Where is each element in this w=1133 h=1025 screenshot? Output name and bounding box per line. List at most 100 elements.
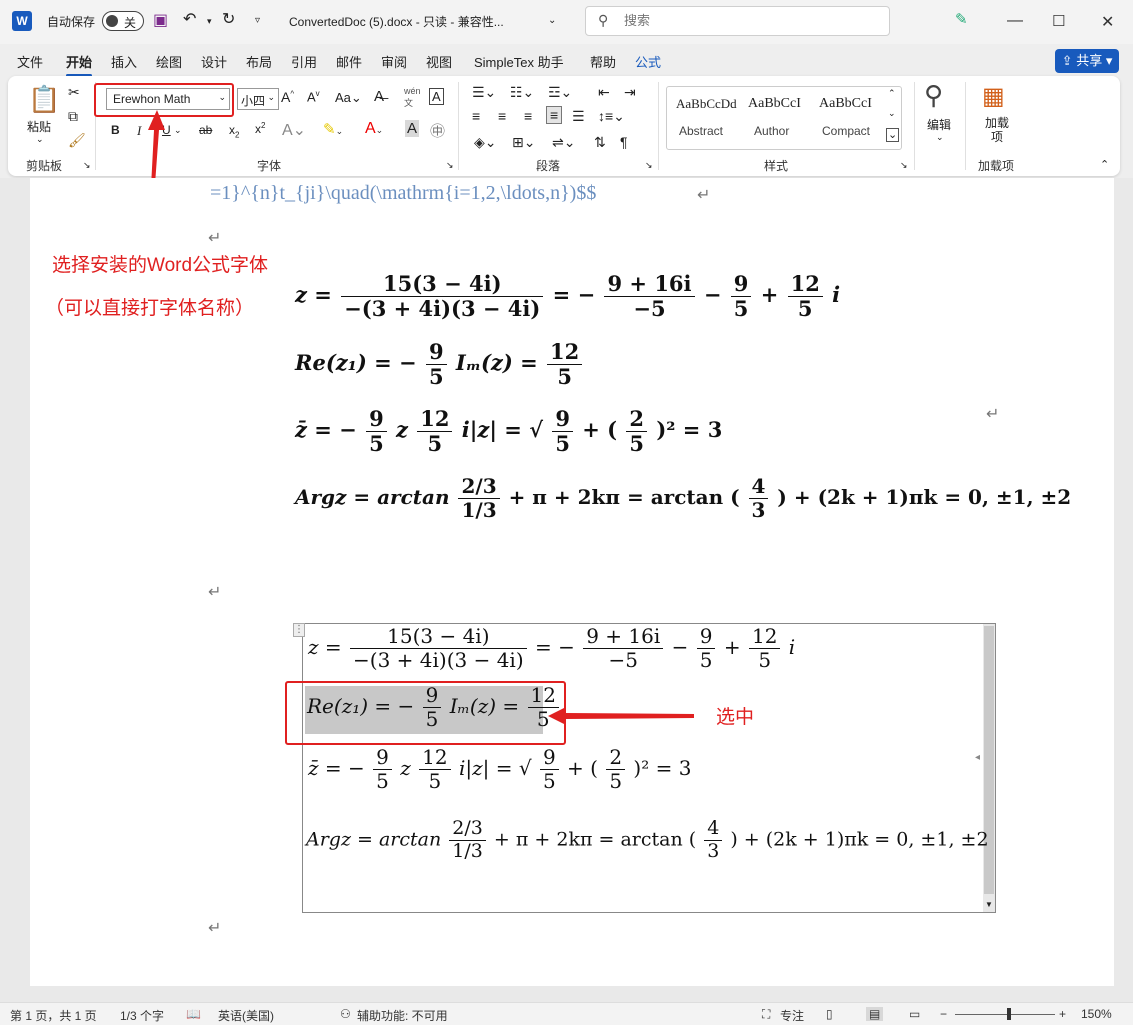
read-mode-icon[interactable]: ▯ xyxy=(826,1007,833,1021)
style-author-name[interactable]: Author xyxy=(754,124,789,138)
tab-references[interactable]: 引用 xyxy=(291,52,317,71)
tab-view[interactable]: 视图 xyxy=(426,52,452,71)
collapse-ribbon-icon[interactable]: ⌃ xyxy=(1100,158,1109,171)
text-effects-icon[interactable]: A⌄ xyxy=(282,120,306,140)
style-abstract-name[interactable]: Abstract xyxy=(679,124,723,138)
latex-source-line[interactable]: =1}^{n}t_{ji}\quad(\mathrm{i=1,2,\ldots,… xyxy=(210,182,596,205)
borders-icon[interactable]: ⊞⌄ xyxy=(512,134,535,151)
word-count[interactable]: 1/3 个字 xyxy=(120,1007,164,1024)
styles-launcher-icon[interactable]: ↘ xyxy=(900,160,908,171)
tab-review[interactable]: 审阅 xyxy=(381,52,407,71)
highlight-color-icon[interactable]: ✎⌄ xyxy=(323,120,343,138)
format-painter-icon[interactable]: 🖌 xyxy=(68,132,86,149)
tab-design[interactable]: 设计 xyxy=(201,52,227,71)
equation-z-plain[interactable]: z = 15(3 − 4i) −(3 + 4i)(3 − 4i) = − 9 + … xyxy=(308,625,795,672)
equation-scrollbar[interactable]: ▼ xyxy=(983,624,995,912)
minimize-icon[interactable]: — xyxy=(1007,12,1023,30)
align-right-icon[interactable]: ≡ xyxy=(524,108,532,124)
equation-z[interactable]: z = 15(3 − 4i) −(3 + 4i)(3 − 4i) = − 9 + … xyxy=(295,271,840,321)
editing-dropdown-icon[interactable]: ⌄ xyxy=(936,132,944,143)
font-size-box[interactable]: 小四 ⌄ xyxy=(237,88,279,110)
editing-label[interactable]: 编辑 xyxy=(927,116,951,133)
search-box[interactable]: ⚲ xyxy=(585,6,890,36)
sort-icon[interactable]: ⇅ xyxy=(594,134,606,151)
equation-zbar[interactable]: z̄ = − 95 z 12 5 i|z| = √ 95 + ( 25 )² = … xyxy=(295,406,722,456)
paste-label[interactable]: 粘贴 xyxy=(27,118,51,135)
bullets-icon[interactable]: ☰⌄ xyxy=(472,84,496,101)
scroll-down-icon[interactable]: ▼ xyxy=(985,900,993,909)
redo-icon[interactable]: ↻ xyxy=(222,9,235,29)
focus-icon[interactable]: ⛶ xyxy=(762,1007,770,1022)
font-color-icon[interactable]: A⌄ xyxy=(365,120,383,138)
clear-formatting-icon[interactable]: A̶ xyxy=(374,88,384,105)
accessibility-icon[interactable]: ⚇ xyxy=(340,1007,351,1021)
tab-formula[interactable]: 公式 xyxy=(635,52,661,71)
save-icon[interactable]: ▣ xyxy=(153,10,168,30)
justify-icon[interactable]: ≡ xyxy=(546,106,563,124)
tab-file[interactable]: 文件 xyxy=(17,52,43,71)
tab-home[interactable]: 开始 xyxy=(66,52,93,77)
paragraph-launcher-icon[interactable]: ↘ xyxy=(645,160,653,171)
copilot-icon[interactable]: ✎ xyxy=(955,10,968,28)
bold-button[interactable]: B xyxy=(111,123,120,137)
tab-draw[interactable]: 绘图 xyxy=(156,52,182,71)
character-shading-icon[interactable]: A xyxy=(405,120,420,137)
editing-search-icon[interactable]: ⚲ xyxy=(924,80,943,111)
equation-arg-plain[interactable]: Argz = arctan 2/3 1/3 + π + 2kπ = arctan … xyxy=(306,817,989,863)
autosave-toggle[interactable]: 关 xyxy=(102,11,144,31)
chinese-layout-icon[interactable]: ⇌⌄ xyxy=(552,134,575,151)
paste-icon[interactable]: 📋 xyxy=(28,84,60,115)
font-size-dropdown-icon[interactable]: ⌄ xyxy=(267,92,275,103)
distributed-icon[interactable]: ☰ xyxy=(572,108,585,125)
title-dropdown-icon[interactable]: ⌄ xyxy=(548,15,556,26)
character-border-icon[interactable]: A xyxy=(429,88,444,105)
line-spacing-icon[interactable]: ↕≡⌄ xyxy=(598,108,625,125)
style-compact-preview[interactable]: AaBbCcI xyxy=(819,96,872,112)
underline-dropdown-icon[interactable]: ⌄ xyxy=(174,125,182,136)
tab-simpletex[interactable]: SimpleTex 助手 xyxy=(474,52,564,71)
strikethrough-button[interactable]: ab xyxy=(199,123,212,137)
equation-zbar-plain[interactable]: z̄ = − 95 z 12 5 i|z| = √ 95 + ( 25 )² = … xyxy=(308,746,691,793)
enclose-characters-icon[interactable]: ㊥ xyxy=(430,120,445,141)
subscript-icon[interactable]: x2 xyxy=(229,123,239,139)
search-input[interactable] xyxy=(624,13,874,28)
align-left-icon[interactable]: ≡ xyxy=(472,108,480,124)
zoom-in-icon[interactable]: + xyxy=(1059,1007,1066,1021)
zoom-slider[interactable] xyxy=(955,1014,1055,1015)
shading-icon[interactable]: ◈⌄ xyxy=(474,134,497,151)
equation-arg[interactable]: Argz = arctan 2/3 1/3 + π + 2kπ = arctan … xyxy=(295,475,1071,522)
style-compact-name[interactable]: Compact xyxy=(822,124,870,138)
undo-dropdown-icon[interactable]: ▾ xyxy=(207,16,212,27)
proofing-icon[interactable]: 📖 xyxy=(186,1007,201,1021)
styles-more-icon[interactable]: ⌄ xyxy=(886,128,900,142)
addins-button-label[interactable]: 加载项 xyxy=(985,116,1009,144)
zoom-out-icon[interactable]: − xyxy=(940,1007,947,1021)
tab-insert[interactable]: 插入 xyxy=(111,52,137,71)
style-abstract-preview[interactable]: AaBbCcDd xyxy=(676,96,737,112)
accessibility-status[interactable]: 辅助功能: 不可用 xyxy=(357,1007,448,1024)
share-button[interactable]: ⇪ 共享 ▾ xyxy=(1055,49,1119,73)
customize-toolbar-icon[interactable]: ▿ xyxy=(255,15,260,26)
tab-mailings[interactable]: 邮件 xyxy=(336,52,362,71)
shrink-font-icon[interactable]: Av xyxy=(307,89,320,104)
web-layout-icon[interactable]: ▭ xyxy=(909,1007,920,1021)
change-case-icon[interactable]: Aa⌄ xyxy=(335,90,362,106)
style-author-preview[interactable]: AaBbCcI xyxy=(748,96,801,112)
addins-icon[interactable]: ▦ xyxy=(982,82,1005,111)
font-launcher-icon[interactable]: ↘ xyxy=(446,160,454,171)
resize-handle-icon[interactable]: ◂ xyxy=(975,752,980,763)
decrease-indent-icon[interactable]: ⇤ xyxy=(598,84,610,101)
styles-scroll-up-icon[interactable]: ⌃ xyxy=(888,88,896,99)
copy-icon[interactable]: ⧉ xyxy=(68,108,78,125)
maximize-icon[interactable]: ☐ xyxy=(1052,12,1065,30)
focus-label[interactable]: 专注 xyxy=(780,1007,804,1024)
zoom-slider-thumb[interactable] xyxy=(1007,1008,1011,1020)
tab-help[interactable]: 帮助 xyxy=(590,52,616,71)
show-marks-icon[interactable]: ¶ xyxy=(620,134,628,150)
zoom-level[interactable]: 150% xyxy=(1081,1007,1112,1021)
numbering-icon[interactable]: ☷⌄ xyxy=(510,84,534,101)
styles-scroll-down-icon[interactable]: ⌄ xyxy=(888,108,896,119)
superscript-icon[interactable]: x2 xyxy=(255,121,265,136)
language-status[interactable]: 英语(美国) xyxy=(218,1007,274,1024)
paste-dropdown-icon[interactable]: ⌄ xyxy=(36,134,44,145)
